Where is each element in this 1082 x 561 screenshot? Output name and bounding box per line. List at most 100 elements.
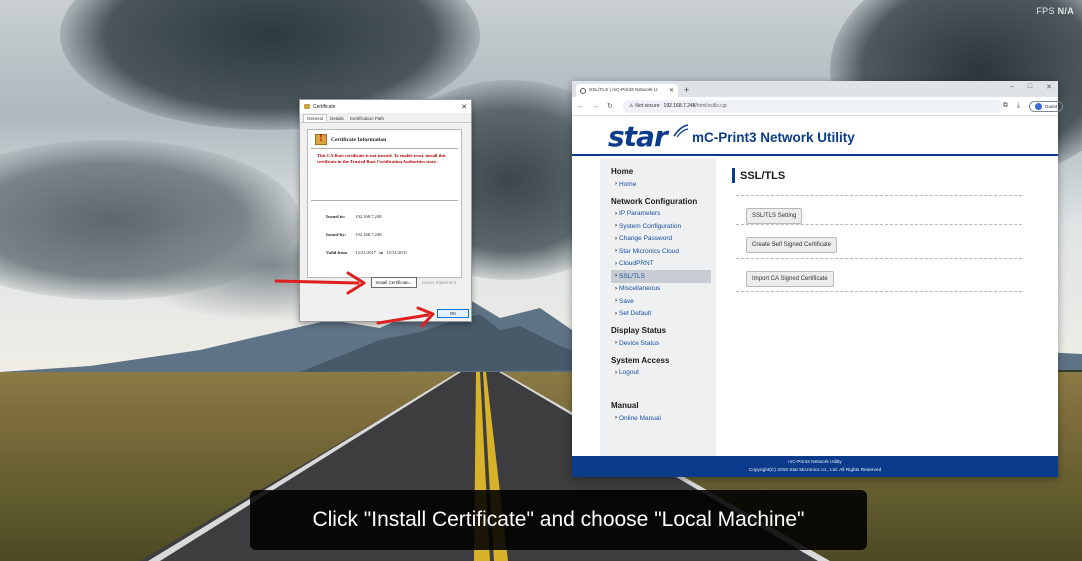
button-row: Import CA Signed Certificate bbox=[732, 259, 1022, 291]
sidebar-item-cloudprnt[interactable]: › CloudPRNT bbox=[611, 258, 716, 271]
issuer-statement-button[interactable]: Issuer Statement bbox=[422, 280, 456, 285]
page-footer: mC-Print3 Network Utility Copyright(C) 2… bbox=[572, 456, 1058, 477]
ok-button[interactable]: OK bbox=[437, 309, 469, 318]
profile-button[interactable]: Guest bbox=[1028, 100, 1063, 112]
url-path: /html/ssltls.cgi bbox=[695, 103, 727, 109]
warning-triangle-icon: ⚠ bbox=[628, 103, 634, 109]
chevron-right-icon: › bbox=[615, 285, 617, 292]
sidebar-item-change-password[interactable]: › Change Password bbox=[611, 233, 716, 246]
sidebar: Home › Home Network Configuration › IP Par… bbox=[600, 158, 716, 456]
sidebar-item-label: Save bbox=[619, 297, 634, 305]
sidebar-item-miscellaneous[interactable]: › Miscellaneous bbox=[611, 283, 716, 296]
sidebar-item-system-configuration[interactable]: › System Configuration bbox=[611, 220, 716, 233]
footer-title: mC-Print3 Network Utility bbox=[788, 460, 842, 465]
minimize-icon[interactable]: – bbox=[1010, 83, 1014, 91]
chevron-right-icon: › bbox=[615, 369, 617, 376]
back-arrow-icon[interactable]: ← bbox=[577, 103, 584, 110]
create-self-signed-certificate-button[interactable]: Create Self Signed Certificate bbox=[746, 237, 838, 253]
tab-title: SSL/TLS | mC-Print3 Network U bbox=[589, 88, 658, 93]
sidebar-heading-display-status: Display Status bbox=[611, 326, 667, 335]
sidebar-item-star-micronics-cloud[interactable]: › Star Micronics Cloud bbox=[611, 245, 716, 258]
sidebar-item-label: Device Status bbox=[619, 339, 660, 347]
chevron-right-icon: › bbox=[615, 298, 617, 305]
browser-tab[interactable]: SSL/TLS | mC-Print3 Network U ✕ bbox=[576, 84, 678, 97]
sidebar-item-label: System Configuration bbox=[619, 222, 682, 230]
page-title: SSL/TLS bbox=[732, 168, 1022, 183]
tab-close-icon[interactable]: ✕ bbox=[669, 87, 674, 94]
sidebar-item-set-default[interactable]: › Set Default bbox=[611, 308, 716, 321]
sidebar-item-label: Set Default bbox=[619, 310, 652, 318]
sidebar-item-home[interactable]: › Home bbox=[611, 178, 716, 191]
forward-arrow-icon[interactable]: → bbox=[592, 103, 599, 110]
issued-to-row: Issued to: 192.168.7.248 bbox=[326, 214, 382, 219]
trust-warning: This CA Root certificate is not trusted.… bbox=[311, 149, 458, 201]
sidebar-item-label: Home bbox=[619, 180, 637, 188]
sidebar-item-logout[interactable]: › Logout bbox=[611, 367, 716, 380]
install-app-icon[interactable]: ⧉ bbox=[1003, 102, 1008, 110]
tab-strip: SSL/TLS | mC-Print3 Network U ✕ + – □ ✕ bbox=[572, 81, 1058, 97]
chevron-right-icon: › bbox=[615, 223, 617, 230]
button-row: Create Self Signed Certificate bbox=[732, 225, 1022, 258]
valid-to-value: 12/31/2031 bbox=[386, 250, 408, 255]
chevron-right-icon: › bbox=[615, 235, 617, 242]
address-bar[interactable]: ⚠ Not secure 192.168.7.248/html/ssltls.cg… bbox=[622, 99, 1003, 113]
validity-row: Valid from 12/31/2017 to 12/31/2031 bbox=[326, 250, 407, 255]
valid-from-value: 12/31/2017 bbox=[355, 250, 377, 255]
chevron-right-icon: › bbox=[615, 340, 617, 347]
footer-copyright: Copyright(C) 2018 Star Micronics co., Lt… bbox=[748, 467, 882, 473]
browser-toolbar: ← → ↻ ⚠ Not secure 192.168.7.248/html/ssl… bbox=[572, 97, 1079, 116]
issued-to-value: 192.168.7.248 bbox=[355, 214, 382, 219]
certificate-header-title: Certificate Information bbox=[331, 136, 387, 143]
new-tab-icon[interactable]: + bbox=[684, 85, 689, 95]
tab-general[interactable]: General bbox=[303, 114, 328, 122]
tab-certification-path[interactable]: Certification Path bbox=[347, 115, 387, 122]
web-page: star mC-Print3 Network Utility Home › Hom… bbox=[572, 116, 1058, 477]
globe-icon bbox=[580, 87, 586, 94]
tab-details[interactable]: Details bbox=[327, 115, 347, 122]
avatar bbox=[1034, 102, 1042, 110]
profile-label: Guest bbox=[1044, 103, 1057, 109]
main-content: SSL/TLS SSL/TLS Setting Create Self Sign… bbox=[732, 168, 1022, 292]
sidebar-item-label: IP Parameters bbox=[619, 210, 661, 218]
sidebar-item-label: Logout bbox=[619, 369, 639, 377]
untrusted-certificate-icon bbox=[315, 134, 327, 145]
download-icon[interactable]: ⤓ bbox=[1017, 102, 1020, 110]
instruction-caption: Click "Install Certificate" and choose "… bbox=[250, 490, 867, 550]
arrow-to-ok-icon bbox=[376, 306, 435, 328]
sidebar-item-save[interactable]: › Save bbox=[611, 295, 716, 308]
sidebar-item-online-manual[interactable]: › Online Manual bbox=[611, 412, 716, 425]
divider bbox=[736, 291, 1022, 292]
security-indicator[interactable]: ⚠ Not secure bbox=[629, 103, 660, 109]
dialog-tabs: General Details Certification Path bbox=[300, 113, 471, 123]
window-controls: – □ ✕ bbox=[1010, 83, 1052, 91]
security-label: Not secure bbox=[635, 103, 660, 109]
button-row: SSL/TLS Setting bbox=[732, 196, 1022, 224]
sidebar-item-label: SSL/TLS bbox=[619, 272, 646, 280]
window-close-icon[interactable]: ✕ bbox=[1046, 83, 1052, 91]
url-host: 192.168.7.248 bbox=[663, 103, 696, 109]
sidebar-item-ssl-tls[interactable]: › SSL/TLS bbox=[611, 270, 711, 283]
sidebar-item-label: Star Micronics Cloud bbox=[619, 247, 679, 255]
valid-from-label: Valid from bbox=[326, 250, 348, 255]
maximize-icon[interactable]: □ bbox=[1028, 83, 1032, 91]
issued-by-value: 192.168.7.248 bbox=[355, 232, 382, 237]
certificate-icon bbox=[304, 104, 310, 109]
sidebar-item-device-status[interactable]: › Device Status bbox=[611, 337, 716, 350]
sidebar-heading-system-access: System Access bbox=[611, 355, 670, 365]
sidebar-item-label: Online Manual bbox=[619, 414, 661, 422]
sidebar-heading-home: Home bbox=[611, 167, 634, 176]
app-title: mC-Print3 Network Utility bbox=[692, 130, 855, 145]
install-certificate-button[interactable]: Install Certificate... bbox=[371, 277, 417, 288]
import-ca-signed-certificate-button[interactable]: Import CA Signed Certificate bbox=[746, 271, 834, 287]
sidebar-item-ip-parameters[interactable]: › IP Parameters bbox=[611, 208, 716, 221]
close-icon[interactable]: ✕ bbox=[461, 103, 467, 111]
issued-by-row: Issued by: 192.168.7.248 bbox=[326, 232, 382, 237]
reload-icon[interactable]: ↻ bbox=[607, 102, 613, 110]
fps-value: N/A bbox=[1057, 6, 1074, 16]
sidebar-item-label: Change Password bbox=[619, 235, 673, 243]
ssl-tls-setting-button[interactable]: SSL/TLS Setting bbox=[746, 208, 803, 224]
sidebar-item-label: Miscellaneous bbox=[619, 285, 661, 293]
certificate-info-panel: Certificate Information This CA Root cer… bbox=[307, 129, 462, 278]
valid-to-label: to bbox=[379, 250, 384, 255]
more-vert-icon[interactable]: ⋮ bbox=[1072, 102, 1079, 110]
